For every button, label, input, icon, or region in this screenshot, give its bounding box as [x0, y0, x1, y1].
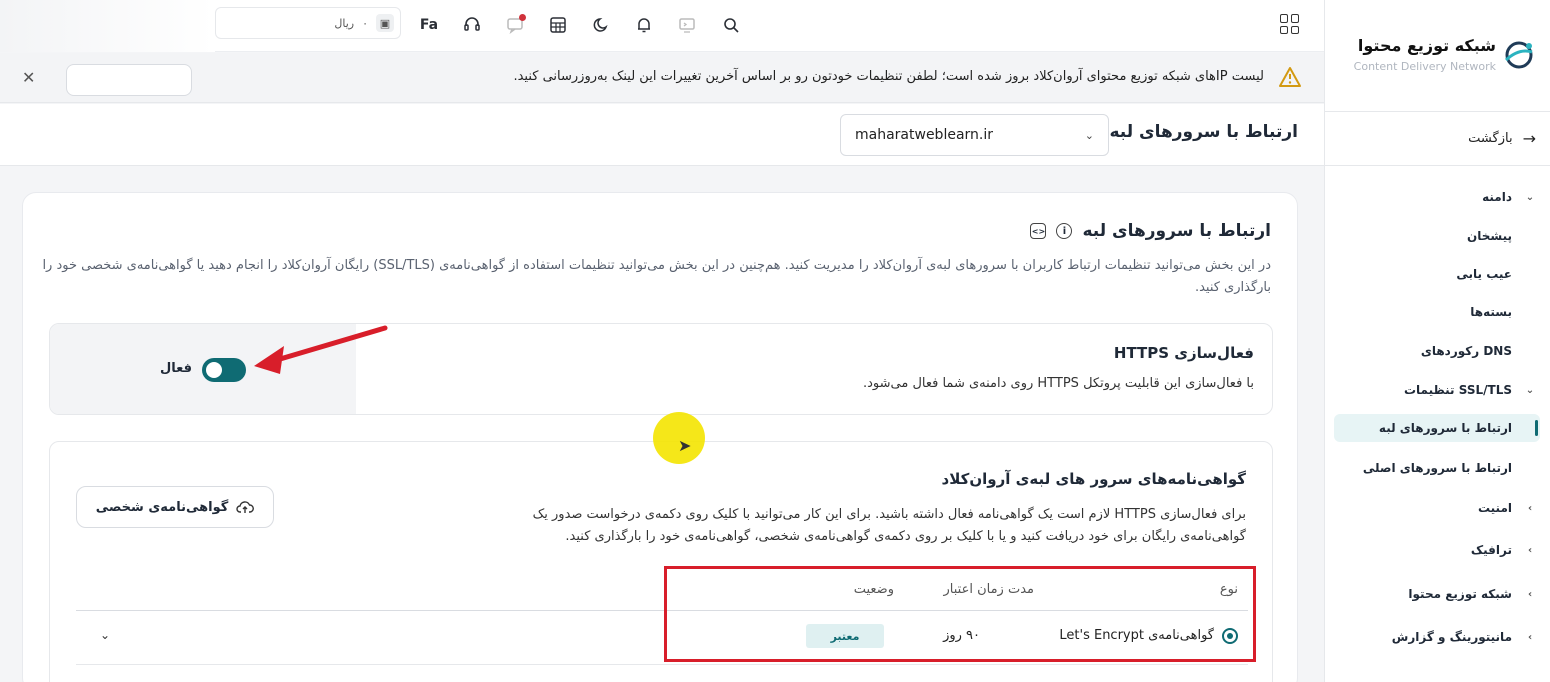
- arrow-right-icon: →: [1522, 129, 1536, 148]
- section-title: ارتباط با سرورهای لبه i <>: [1030, 221, 1271, 241]
- back-link[interactable]: بازگشت →: [1325, 112, 1550, 166]
- brand-title: شبکه توزیع محتوا: [1357, 36, 1496, 55]
- https-panel: فعال فعال‌سازی HTTPS با فعال‌سازی این قا…: [49, 323, 1273, 415]
- sidebar-item-dashboard[interactable]: پیشخان: [1324, 222, 1550, 250]
- chevron-left-icon: ‹: [1527, 502, 1533, 514]
- banner-link-button[interactable]: [66, 64, 192, 96]
- sidebar-item-traffic[interactable]: ترافیک ‹: [1324, 536, 1550, 564]
- chevron-down-icon: ⌄: [1525, 191, 1535, 203]
- messages-icon[interactable]: [502, 12, 528, 38]
- warning-icon: [1279, 67, 1301, 87]
- annotation-arrow-icon: [254, 325, 388, 374]
- brand-header: شبکه توزیع محتوا Content Delivery Networ…: [1325, 0, 1550, 112]
- chevron-down-icon: ⌄: [1525, 384, 1535, 396]
- sidebar-item-label: ارتباط با سرورهای لبه: [1378, 421, 1512, 435]
- mouse-cursor-icon: ➤: [678, 436, 692, 455]
- wallet-balance[interactable]: ریال ۰ ▣: [215, 7, 401, 39]
- wallet-icon: ▣: [376, 14, 394, 32]
- language-switch[interactable]: Fa: [416, 12, 442, 38]
- console-icon[interactable]: [674, 12, 700, 38]
- notification-dot: [519, 14, 526, 21]
- https-description: با فعال‌سازی این قابلیت پروتکل HTTPS روی…: [862, 376, 1254, 391]
- section-title-text: ارتباط با سرورهای لبه: [1082, 221, 1271, 241]
- https-title: فعال‌سازی HTTPS: [1113, 344, 1254, 362]
- domain-value: maharatweblearn.ir: [855, 127, 994, 143]
- info-icon[interactable]: i: [1056, 223, 1073, 239]
- announcement-banner: لیست IPهای شبکه توزیع محتوای آروان‌کلاد …: [0, 53, 1324, 103]
- user-menu-blurred[interactable]: [0, 0, 215, 52]
- certificates-description: برای فعال‌سازی HTTPS لازم است یک گواهی‌ن…: [532, 507, 1246, 544]
- sidebar-item-monitoring[interactable]: مانیتورینگ و گزارش ‹: [1324, 623, 1550, 651]
- domain-select[interactable]: maharatweblearn.ir ⌄: [840, 114, 1109, 156]
- active-indicator: [1535, 420, 1538, 436]
- sidebar-item-label: پیشخان: [1466, 229, 1512, 243]
- page-header: ارتباط با سرورهای لبه maharatweblearn.ir…: [0, 104, 1324, 166]
- wallet-value: ۰: [362, 16, 368, 30]
- toggle-label: فعال: [160, 361, 193, 376]
- sidebar-item-label: شبکه توزیع محتوا: [1408, 587, 1512, 601]
- sidebar-item-label: تنظیمات SSL/TLS: [1403, 383, 1512, 397]
- sidebar-item-security[interactable]: امنیت ‹: [1324, 494, 1550, 522]
- top-bar: ریال ۰ ▣ Fa: [0, 0, 1324, 52]
- row-divider: [76, 664, 1248, 665]
- personal-certificate-label: گواهی‌نامه‌ی شخصی: [95, 499, 229, 515]
- toggle-knob: [206, 362, 222, 378]
- sidebar-item-domain[interactable]: دامنه ⌄: [1324, 183, 1550, 211]
- expand-row-icon[interactable]: ⌄: [100, 628, 110, 642]
- sidebar-item-cdn[interactable]: شبکه توزیع محتوا ‹: [1324, 580, 1550, 608]
- chevron-left-icon: ‹: [1527, 631, 1533, 643]
- bell-icon[interactable]: [631, 12, 657, 38]
- banner-text: لیست IPهای شبکه توزیع محتوای آروان‌کلاد …: [513, 69, 1264, 84]
- sidebar-item-label: امنیت: [1477, 501, 1512, 515]
- personal-certificate-button[interactable]: گواهی‌نامه‌ی شخصی: [76, 486, 274, 528]
- search-icon[interactable]: [718, 12, 744, 38]
- sidebar-item-troubleshoot[interactable]: عیب یابی: [1324, 260, 1550, 288]
- chevron-left-icon: ‹: [1527, 588, 1533, 600]
- chevron-down-icon: ⌄: [1084, 128, 1094, 142]
- sidebar: شبکه توزیع محتوا Content Delivery Networ…: [1324, 0, 1550, 682]
- sidebar-item-label: دامنه: [1482, 190, 1512, 204]
- sidebar-item-label: عیب یابی: [1456, 267, 1512, 281]
- sidebar-item-label: بسته‌ها: [1470, 305, 1512, 319]
- sidebar-item-label: ترافیک: [1470, 543, 1512, 557]
- close-banner-icon[interactable]: ✕: [22, 68, 35, 87]
- sidebar-item-label: ارتباط با سرورهای اصلی: [1362, 461, 1512, 475]
- sidebar-item-dns-records[interactable]: رکوردهای DNS: [1324, 337, 1550, 365]
- sidebar-item-label: رکوردهای DNS: [1420, 344, 1512, 358]
- dark-mode-icon[interactable]: [588, 12, 614, 38]
- sidebar-item-origin-servers[interactable]: ارتباط با سرورهای اصلی: [1324, 454, 1550, 482]
- cloud-upload-icon: [236, 501, 255, 513]
- page-title: ارتباط با سرورهای لبه: [1109, 122, 1298, 142]
- support-icon[interactable]: [459, 12, 485, 38]
- wallet-currency: ریال: [334, 16, 355, 30]
- brand-subtitle: Content Delivery Network: [1353, 60, 1496, 73]
- section-description: در این بخش می‌توانید تنظیمات ارتباط کارب…: [42, 258, 1271, 295]
- code-icon[interactable]: <>: [1030, 223, 1047, 239]
- apps-grid-icon[interactable]: [1280, 14, 1300, 34]
- cdn-logo-icon: [1504, 41, 1533, 69]
- sidebar-item-edge-servers[interactable]: ارتباط با سرورهای لبه: [1334, 414, 1540, 442]
- sidebar-item-ssl-tls[interactable]: تنظیمات SSL/TLS ⌄: [1324, 376, 1550, 404]
- highlight-rectangle: [664, 566, 1256, 662]
- calculator-icon[interactable]: [545, 12, 571, 38]
- back-label: بازگشت: [1468, 131, 1513, 146]
- sidebar-item-packages[interactable]: بسته‌ها: [1324, 298, 1550, 326]
- chevron-left-icon: ‹: [1527, 544, 1533, 556]
- sidebar-item-label: مانیتورینگ و گزارش: [1391, 630, 1512, 644]
- certificates-title: گواهی‌نامه‌های سرور های لبه‌ی آروان‌کلاد: [941, 470, 1246, 488]
